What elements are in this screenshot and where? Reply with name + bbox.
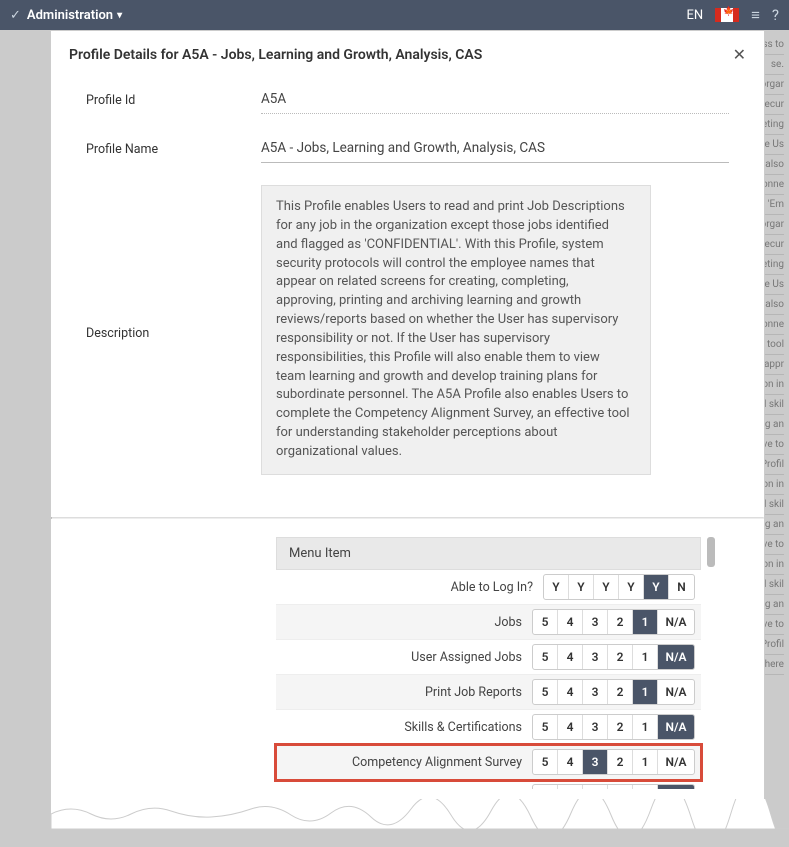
menu-option[interactable]: 4	[558, 610, 583, 634]
menu-option[interactable]: 4	[558, 645, 583, 669]
menu-option[interactable]: 5	[533, 680, 558, 704]
menu-options-group: 54321N/A	[532, 749, 695, 775]
settings-sliders-icon[interactable]: ≡	[751, 6, 760, 24]
menu-option[interactable]: 3	[583, 680, 608, 704]
menu-option[interactable]: N/A	[658, 750, 694, 774]
profile-id-label: Profile Id	[86, 87, 261, 108]
menu-option[interactable]: 5	[533, 610, 558, 634]
menu-item-label: Competency Alignment Survey	[276, 755, 532, 770]
menu-row: Able to Log In?YYYYYN	[276, 570, 701, 605]
menu-option[interactable]: N	[669, 575, 694, 599]
profile-name-value[interactable]: A5A - Jobs, Learning and Growth, Analysi…	[261, 136, 729, 163]
menu-item-label: User Assigned Jobs	[276, 650, 532, 665]
menu-option[interactable]: 2	[608, 715, 633, 739]
flag-canada-icon[interactable]	[715, 8, 739, 22]
close-icon: ✕	[733, 47, 746, 64]
menu-section: Menu Item Able to Log In?YYYYYNJobs54321…	[51, 519, 764, 829]
profile-name-row: Profile Name A5A - Jobs, Learning and Gr…	[86, 136, 729, 163]
menu-option[interactable]: N/A	[658, 715, 694, 739]
close-button[interactable]: ✕	[733, 45, 746, 65]
menu-row: User Assigned Jobs54321N/A	[276, 640, 701, 675]
menu-option[interactable]: 5	[533, 750, 558, 774]
menu-options-group: 54321N/A	[532, 644, 695, 670]
profile-id-row: Profile Id A5A	[86, 87, 729, 114]
modal-title: Profile Details for A5A - Jobs, Learning…	[69, 47, 482, 63]
form-section: Profile Id A5A Profile Name A5A - Jobs, …	[51, 77, 764, 517]
top-navbar: ✓ Administration ▾ EN ≡ ?	[0, 0, 789, 30]
menu-option[interactable]: 2	[608, 750, 633, 774]
nav-administration[interactable]: Administration ▾	[27, 8, 122, 23]
description-row: Description This Profile enables Users t…	[86, 185, 729, 475]
profile-name-label: Profile Name	[86, 136, 261, 157]
menu-option[interactable]: 1	[633, 680, 658, 704]
torn-edge-svg	[51, 799, 789, 829]
menu-option[interactable]: 2	[608, 610, 633, 634]
menu-option[interactable]: 5	[533, 715, 558, 739]
menu-item-label: Print Job Reports	[276, 685, 532, 700]
menu-options-group: YYYYYN	[543, 574, 695, 600]
menu-header: Menu Item	[276, 537, 701, 570]
navbar-left: ✓ Administration ▾	[10, 8, 122, 23]
menu-option[interactable]: Y	[619, 575, 644, 599]
navbar-right: EN ≡ ?	[686, 6, 779, 24]
menu-option[interactable]: 1	[633, 610, 658, 634]
menu-option[interactable]: Y	[569, 575, 594, 599]
menu-item-label: Able to Log In?	[276, 580, 543, 595]
menu-option[interactable]: N/A	[658, 680, 694, 704]
language-code[interactable]: EN	[686, 8, 703, 23]
menu-row: Jobs54321N/A	[276, 605, 701, 640]
menu-option[interactable]: 3	[583, 610, 608, 634]
menu-options-group: 54321N/A	[532, 714, 695, 740]
description-paragraph-1: This Profile enables Users to read and p…	[276, 198, 630, 462]
menu-row: Skills & Certifications54321N/A	[276, 710, 701, 745]
description-note-label: NOTE:	[276, 474, 630, 475]
menu-item-label: Jobs	[276, 615, 532, 630]
profile-id-value: A5A	[261, 87, 729, 114]
menu-option[interactable]: 4	[558, 715, 583, 739]
description-textarea[interactable]: This Profile enables Users to read and p…	[261, 185, 651, 475]
menu-option[interactable]: 3	[583, 715, 608, 739]
menu-item-label: Skills & Certifications	[276, 720, 532, 735]
menu-option[interactable]: 4	[558, 750, 583, 774]
menu-option[interactable]: 2	[608, 645, 633, 669]
menu-option[interactable]: Y	[544, 575, 569, 599]
menu-option[interactable]: N/A	[658, 610, 694, 634]
menu-option[interactable]: N/A	[658, 645, 694, 669]
help-icon[interactable]: ?	[772, 6, 779, 24]
profile-details-modal: Profile Details for A5A - Jobs, Learning…	[50, 30, 765, 830]
menu-option[interactable]: 2	[608, 680, 633, 704]
menu-option[interactable]: Y	[594, 575, 619, 599]
menu-row: Print Job Reports54321N/A	[276, 675, 701, 710]
menu-option[interactable]: 1	[633, 645, 658, 669]
menu-options-group: 54321N/A	[532, 679, 695, 705]
menu-option[interactable]: 4	[558, 680, 583, 704]
menu-option[interactable]: 1	[633, 750, 658, 774]
menu-option[interactable]: 1	[633, 715, 658, 739]
torn-edge-decoration	[51, 789, 764, 829]
menu-option[interactable]: 3	[583, 645, 608, 669]
menu-option[interactable]: 5	[533, 645, 558, 669]
menu-option[interactable]: Y	[644, 575, 669, 599]
menu-row: Competency Alignment Survey54321N/A	[276, 745, 701, 780]
menu-container: Menu Item Able to Log In?YYYYYNJobs54321…	[276, 537, 701, 815]
checkmark-icon: ✓	[10, 8, 21, 23]
chevron-down-icon: ▾	[117, 10, 122, 21]
menu-options-group: 54321N/A	[532, 609, 695, 635]
menu-rows: Able to Log In?YYYYYNJobs54321N/AUser As…	[276, 570, 701, 815]
description-label: Description	[86, 320, 261, 341]
nav-label: Administration	[27, 8, 113, 23]
menu-option[interactable]: 3	[583, 750, 608, 774]
menu-scrollbar[interactable]	[707, 537, 715, 567]
modal-header: Profile Details for A5A - Jobs, Learning…	[51, 31, 764, 77]
